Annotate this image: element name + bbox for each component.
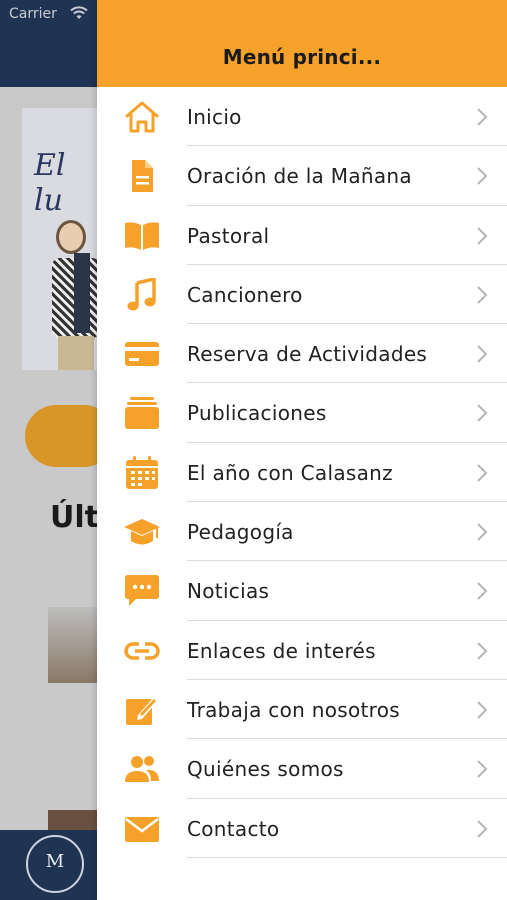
chevron-right-icon (477, 701, 488, 719)
menu-item-oracion[interactable]: Oración de la Mañana (97, 146, 507, 206)
drawer-header: Menú princi... (97, 0, 507, 87)
menu-item-label: El año con Calasanz (187, 460, 393, 485)
menu-item-label: Publicaciones (187, 401, 327, 426)
menu-item-reserva[interactable]: Reserva de Actividades (97, 324, 507, 384)
chevron-right-icon (477, 464, 488, 482)
edit-icon (124, 693, 160, 727)
chevron-right-icon (477, 582, 488, 601)
hero-figure-scarf (74, 253, 90, 333)
menu-item-label: Contacto (187, 816, 280, 841)
menu-item-label: Pedagogía (187, 520, 294, 545)
chevron-right-icon (477, 641, 488, 660)
menu-item-label: Reserva de Actividades (187, 342, 428, 367)
home-icon (124, 100, 160, 134)
menu-item-pastoral[interactable]: Pastoral (97, 206, 507, 265)
graduation-cap-icon (124, 515, 160, 549)
chevron-right-icon (477, 819, 488, 838)
people-icon (124, 752, 160, 786)
card-icon (124, 337, 160, 371)
menu-item-enlaces[interactable]: Enlaces de interés (97, 621, 507, 680)
menu-item-trabaja[interactable]: Trabaja con nosotros (97, 680, 507, 740)
book-icon (124, 219, 160, 253)
menu-item-label: Cancionero (187, 282, 303, 307)
chevron-right-icon (477, 226, 488, 245)
hero-figure-legs (58, 336, 94, 370)
music-note-icon (124, 277, 160, 312)
menu-item-label: Trabaja con nosotros (187, 697, 400, 722)
divider (187, 856, 507, 858)
stack-icon (124, 396, 160, 430)
menu-item-label: Enlaces de interés (187, 638, 376, 663)
chevron-right-icon (477, 760, 488, 778)
calendar-icon (124, 455, 160, 490)
menu-item-label: Oración de la Mañana (187, 164, 412, 189)
hero-text: El lu (34, 148, 66, 218)
drawer-title: Menú princi... (222, 45, 382, 69)
background-thumbnail-2 (48, 810, 98, 832)
menu-item-contacto[interactable]: Contacto (97, 799, 507, 858)
chevron-right-icon (477, 286, 488, 304)
mail-icon (124, 812, 160, 846)
hero-figure-head (56, 220, 86, 254)
menu-item-inicio[interactable]: Inicio (97, 87, 507, 147)
menu-item-calasanz[interactable]: El año con Calasanz (97, 443, 507, 503)
menu-item-cancionero[interactable]: Cancionero (97, 265, 507, 325)
menu-item-quienes[interactable]: Quiénes somos (97, 739, 507, 799)
side-menu-drawer: Menú princi... Inicio Oración de la Maña… (97, 0, 507, 900)
menu-item-noticias[interactable]: Noticias (97, 561, 507, 621)
menu-item-label: Noticias (187, 579, 270, 604)
chat-bubble-icon (124, 574, 160, 608)
chevron-right-icon (477, 404, 488, 423)
background-thumbnail (48, 607, 98, 683)
menu-item-publicaciones[interactable]: Publicaciones (97, 383, 507, 443)
chevron-right-icon (477, 345, 488, 363)
menu-item-label: Quiénes somos (187, 757, 344, 782)
document-icon (124, 159, 160, 193)
menu-item-pedagogia[interactable]: Pedagogía (97, 502, 507, 562)
menu-item-label: Pastoral (187, 223, 270, 248)
background-logo: M (26, 835, 84, 893)
background-heading: Últ (50, 500, 99, 535)
chevron-right-icon (477, 167, 488, 186)
chevron-right-icon (477, 108, 488, 126)
link-icon (124, 634, 160, 668)
menu-list: Inicio Oración de la Mañana Pastoral Can… (97, 87, 507, 858)
menu-item-label: Inicio (187, 105, 242, 129)
chevron-right-icon (477, 523, 488, 541)
background-hero-image: El lu (22, 108, 102, 370)
